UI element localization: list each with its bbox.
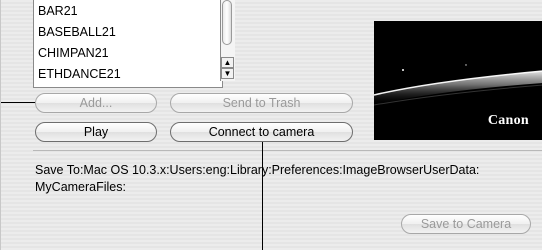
callout-line-left bbox=[1, 102, 35, 103]
send-to-trash-button[interactable]: Send to Trash bbox=[170, 93, 353, 113]
play-button[interactable]: Play bbox=[35, 122, 157, 142]
list-item[interactable]: ETHDANCE21 bbox=[38, 66, 121, 82]
callout-line-bottom bbox=[262, 142, 263, 250]
preview-image: Canon bbox=[374, 21, 542, 140]
scroll-up-arrow-icon[interactable]: ▲ bbox=[221, 57, 234, 68]
scroll-thumb[interactable] bbox=[222, 0, 232, 45]
save-to-path-continued: MyCameraFiles: bbox=[35, 180, 126, 194]
save-to-path: Save To:Mac OS 10.3.x:Users:eng:Library:… bbox=[35, 163, 480, 177]
separator-line bbox=[33, 150, 542, 151]
scroll-down-arrow-icon[interactable]: ▼ bbox=[221, 68, 234, 79]
add-button[interactable]: Add... bbox=[35, 93, 157, 113]
dialog-panel: BAR21 BASEBALL21 CHIMPAN21 ETHDANCE21 ▲ … bbox=[0, 0, 542, 250]
connect-to-camera-button[interactable]: Connect to camera bbox=[170, 122, 353, 142]
list-item[interactable]: BASEBALL21 bbox=[38, 24, 116, 40]
list-item[interactable]: BAR21 bbox=[38, 3, 78, 19]
canon-logo: Canon bbox=[487, 113, 529, 128]
save-to-camera-button[interactable]: Save to Camera bbox=[401, 214, 531, 234]
list-item[interactable]: CHIMPAN21 bbox=[38, 45, 109, 61]
file-list[interactable]: BAR21 BASEBALL21 CHIMPAN21 ETHDANCE21 bbox=[33, 0, 223, 88]
